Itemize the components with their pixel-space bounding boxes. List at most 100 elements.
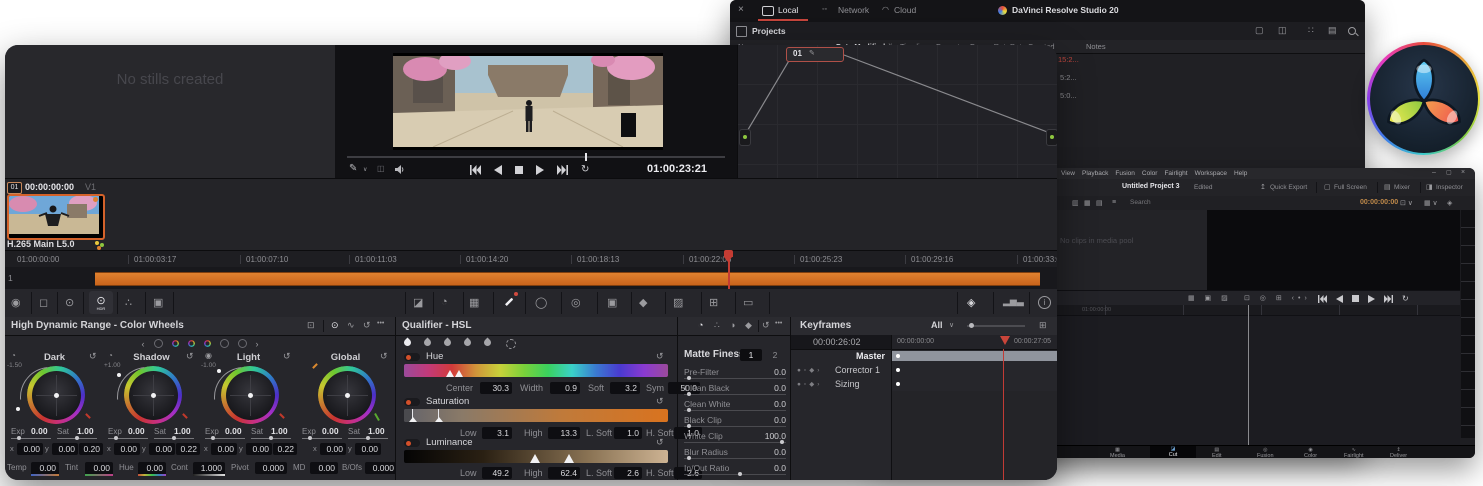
cont-value[interactable]: 1.000 <box>193 462 225 476</box>
wheel-reset-icon[interactable]: ↺ <box>89 351 97 362</box>
page-cut[interactable]: ◪Cut <box>1150 446 1196 458</box>
keyframe-dot[interactable] <box>896 382 900 386</box>
blurradius-value[interactable]: 0.0 <box>684 447 786 457</box>
zone-dot[interactable] <box>172 340 179 347</box>
l-value[interactable]: 0.22 <box>273 443 297 455</box>
mixer-button[interactable]: Mixer <box>1394 184 1410 191</box>
x-value[interactable]: 0.00 <box>17 443 43 455</box>
picker-subtract-tool[interactable] <box>424 339 431 346</box>
kf-playhead-head[interactable] <box>1000 336 1010 345</box>
node-output-connector[interactable] <box>1046 129 1057 146</box>
keyframe-dot[interactable] <box>896 368 900 372</box>
resize-icon[interactable]: ◈ <box>1447 199 1452 207</box>
page-fairlight[interactable]: ∿Fairlight <box>1344 447 1364 458</box>
waveform-mode-icon[interactable]: ∿ <box>347 320 355 331</box>
y-value[interactable]: 0.00 <box>52 443 78 455</box>
view-icons[interactable]: ▦ <box>1084 199 1091 207</box>
view-icons[interactable]: ▥ <box>1072 199 1079 207</box>
pager-left-icon[interactable]: ‹ <box>142 339 145 349</box>
picker-add-tool[interactable] <box>444 339 451 346</box>
page-color[interactable]: ◉Color <box>1304 447 1317 458</box>
arc-marker[interactable] <box>117 373 121 377</box>
table-row[interactable]: 15:2... <box>1058 55 1079 64</box>
close-button[interactable]: × <box>1461 169 1465 176</box>
layers-icon[interactable]: ◆ <box>745 320 752 331</box>
cleanwhite-value[interactable]: 0.0 <box>684 399 786 409</box>
annotate-dropdown-icon[interactable]: ∨ <box>363 166 367 173</box>
lum-low-value[interactable]: 49.2 <box>482 467 512 479</box>
motion-effects-icon[interactable]: ▣ <box>153 296 163 309</box>
sat-lsoft-value[interactable]: 1.0 <box>614 427 642 439</box>
color-warper-icon[interactable]: ◔ <box>441 296 448 308</box>
tint-value[interactable]: 0.00 <box>85 462 113 476</box>
keyframes-expand-icon[interactable]: ⊞ <box>1039 320 1047 331</box>
sat-low-value[interactable]: 3.1 <box>482 427 512 439</box>
pager-right-icon[interactable]: › <box>256 339 259 349</box>
more-options-icon[interactable]: ••• <box>775 320 782 327</box>
zone-dot[interactable] <box>238 339 247 348</box>
zone-dot[interactable] <box>188 340 195 347</box>
hue-range-bar[interactable] <box>404 364 668 377</box>
invert-selection-tool[interactable] <box>506 339 516 349</box>
menu-fusion[interactable]: Fusion <box>1115 170 1135 177</box>
key-icon[interactable]: ▨ <box>673 296 683 309</box>
lum-high-marker[interactable] <box>564 454 574 463</box>
bofs-value[interactable]: 0.000 <box>365 462 397 474</box>
tab-network[interactable]: Network <box>838 5 869 15</box>
invert-icon[interactable]: ◑ <box>730 320 735 330</box>
tab-cloud[interactable]: Cloud <box>894 5 916 15</box>
softness-subtract-tool[interactable] <box>464 339 471 346</box>
wheel-reset-icon[interactable]: ↺ <box>380 351 388 362</box>
node-editor[interactable]: 01 ✎ <box>737 45 1057 178</box>
cleanblack-value[interactable]: 0.0 <box>684 383 786 393</box>
transport-controls[interactable]: ↻ <box>1318 294 1409 303</box>
inspector-button[interactable]: Inspector <box>1436 184 1463 191</box>
wheel-mode-icon[interactable]: ⊙ <box>331 320 339 331</box>
view-icons[interactable]: ▤ <box>1096 199 1103 207</box>
table-row[interactable]: 5:0... <box>1060 91 1077 100</box>
exp-value[interactable]: 0.00 <box>31 426 48 436</box>
viewer-video[interactable] <box>393 53 663 150</box>
zone-dot[interactable] <box>154 339 163 348</box>
clip-thumbnail[interactable] <box>7 194 105 240</box>
hue-toggle[interactable] <box>404 353 420 361</box>
saturation-range-bar[interactable] <box>404 409 668 422</box>
filter-dropdown-icon[interactable]: ∨ <box>949 321 954 329</box>
import-project-icon[interactable]: ◫ <box>1278 25 1287 36</box>
lum-high-value[interactable]: 62.4 <box>548 467 580 479</box>
scopes-icon[interactable]: ▂▅▃ <box>1003 296 1024 307</box>
info-icon[interactable]: i <box>1038 296 1051 309</box>
md-value[interactable]: 0.00 <box>310 462 338 474</box>
inoutratio-value[interactable]: 0.0 <box>684 463 786 473</box>
tab-local[interactable]: Local <box>778 5 798 15</box>
page-deliver[interactable]: ↥Deliver <box>1390 447 1407 458</box>
list-view-icon[interactable]: ▤ <box>1328 25 1337 36</box>
saturation-reset-icon[interactable]: ↺ <box>656 396 664 407</box>
wheel-reset-icon[interactable]: ↺ <box>283 351 291 362</box>
speaker-icon[interactable] <box>395 165 405 174</box>
x-value[interactable]: 0.00 <box>320 443 346 455</box>
despill-icon[interactable]: ∴ <box>714 320 720 331</box>
saturation-toggle[interactable] <box>404 398 420 406</box>
minimize-button[interactable]: – <box>1432 169 1436 176</box>
camera-icon[interactable]: ▦ ∨ <box>1424 199 1438 207</box>
jog-position-tick[interactable] <box>585 153 587 161</box>
prefilter-value[interactable]: 0.0 <box>684 367 786 377</box>
col-notes[interactable]: Notes <box>1086 42 1106 51</box>
timeline-clip-bar[interactable] <box>95 272 1040 286</box>
arc-marker[interactable] <box>16 407 20 411</box>
sizing-palette-icon[interactable]: ◻ <box>39 296 48 309</box>
stereo-3d-icon[interactable]: ▭ <box>743 296 753 309</box>
new-project-icon[interactable]: ▢ <box>1255 25 1264 36</box>
zone-dot[interactable] <box>220 339 229 348</box>
exp-value[interactable]: 0.00 <box>128 426 145 436</box>
hue-high-marker[interactable] <box>455 370 463 377</box>
luminance-range-bar[interactable] <box>404 450 668 463</box>
keyframe-dot[interactable] <box>896 354 900 358</box>
l-value[interactable]: 0.22 <box>176 443 200 455</box>
softness-add-tool[interactable] <box>484 339 491 346</box>
search-input[interactable]: Search <box>1130 199 1151 206</box>
y-value[interactable]: 0.00 <box>149 443 175 455</box>
picker-tool-active[interactable] <box>404 339 411 346</box>
lum-lsoft-value[interactable]: 2.6 <box>614 467 642 479</box>
